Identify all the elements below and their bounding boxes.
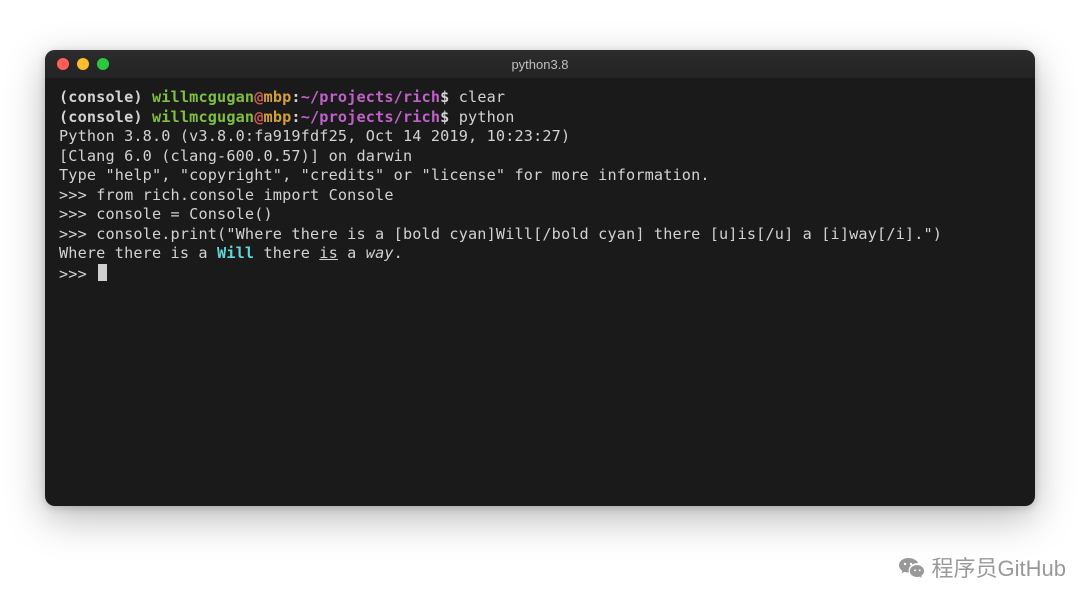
prompt-user: willmcgugan bbox=[152, 88, 254, 106]
repl-prompt: >>> bbox=[59, 265, 96, 283]
watermark-text: 程序员GitHub bbox=[932, 551, 1066, 583]
repl-line: >>> console = Console() bbox=[59, 205, 273, 223]
prompt-sep: : bbox=[291, 108, 300, 126]
wechat-icon bbox=[896, 552, 926, 582]
prompt-host: mbp bbox=[264, 108, 292, 126]
watermark: 程序员GitHub bbox=[896, 551, 1066, 583]
repl-input: console = Console() bbox=[96, 205, 273, 223]
cmd-clear: clear bbox=[459, 88, 505, 106]
cursor-icon bbox=[98, 264, 107, 281]
repl-line: >>> bbox=[59, 265, 107, 283]
repl-prompt: >>> bbox=[59, 186, 96, 204]
out-text: . bbox=[394, 244, 403, 262]
zoom-icon[interactable] bbox=[97, 58, 109, 70]
repl-input: console.print("Where there is a [bold cy… bbox=[96, 225, 942, 243]
prompt-at: @ bbox=[254, 108, 263, 126]
python-banner-line: Python 3.8.0 (v3.8.0:fa919fdf25, Oct 14 … bbox=[59, 127, 580, 145]
repl-prompt: >>> bbox=[59, 225, 96, 243]
out-is: is bbox=[319, 244, 338, 262]
prompt-env: (console) bbox=[59, 88, 152, 106]
terminal-window: python3.8 (console) willmcgugan@mbp:~/pr… bbox=[45, 50, 1035, 506]
traffic-lights bbox=[45, 58, 109, 70]
prompt-dollar: $ bbox=[440, 88, 459, 106]
rich-output: Where there is a Will there is a way. bbox=[59, 244, 403, 262]
out-text: there bbox=[254, 244, 319, 262]
out-text: a bbox=[338, 244, 366, 262]
repl-line: >>> console.print("Where there is a [bol… bbox=[59, 225, 942, 243]
terminal-line: (console) willmcgugan@mbp:~/projects/ric… bbox=[59, 108, 515, 126]
repl-line: >>> from rich.console import Console bbox=[59, 186, 394, 204]
prompt-dollar: $ bbox=[440, 108, 459, 126]
prompt-env: (console) bbox=[59, 108, 152, 126]
terminal-line: (console) willmcgugan@mbp:~/projects/ric… bbox=[59, 88, 505, 106]
close-icon[interactable] bbox=[57, 58, 69, 70]
prompt-host: mbp bbox=[264, 88, 292, 106]
prompt-path: ~/projects/rich bbox=[301, 108, 440, 126]
window-title: python3.8 bbox=[45, 57, 1035, 72]
out-text: Where there is a bbox=[59, 244, 217, 262]
prompt-user: willmcgugan bbox=[152, 108, 254, 126]
python-banner-line: Type "help", "copyright", "credits" or "… bbox=[59, 166, 710, 184]
minimize-icon[interactable] bbox=[77, 58, 89, 70]
cmd-python: python bbox=[459, 108, 515, 126]
prompt-at: @ bbox=[254, 88, 263, 106]
out-way: way bbox=[366, 244, 394, 262]
repl-input: from rich.console import Console bbox=[96, 186, 393, 204]
python-banner-line: [Clang 6.0 (clang-600.0.57)] on darwin bbox=[59, 147, 412, 165]
terminal-content[interactable]: (console) willmcgugan@mbp:~/projects/ric… bbox=[45, 78, 1035, 506]
window-titlebar: python3.8 bbox=[45, 50, 1035, 78]
repl-prompt: >>> bbox=[59, 205, 96, 223]
prompt-path: ~/projects/rich bbox=[301, 88, 440, 106]
prompt-sep: : bbox=[291, 88, 300, 106]
out-will: Will bbox=[217, 244, 254, 262]
